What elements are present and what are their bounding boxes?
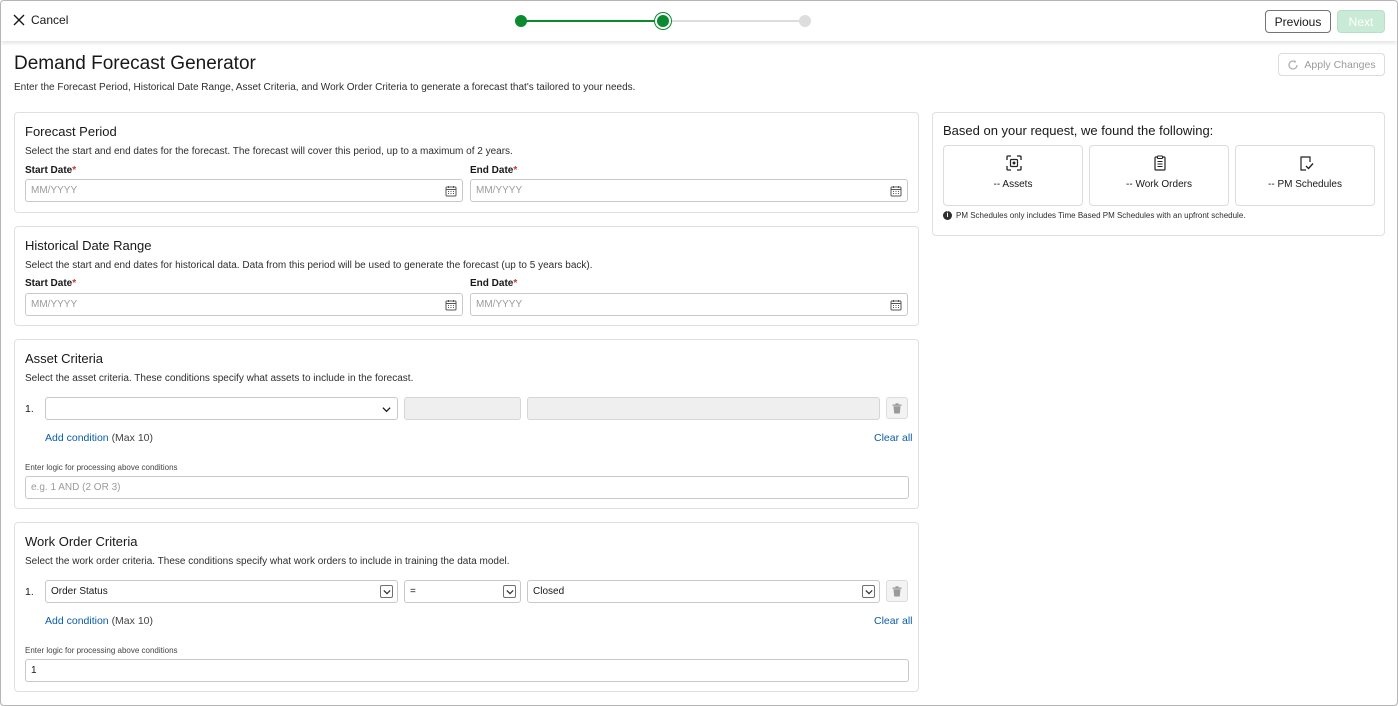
- asset-logic-label: Enter logic for processing above conditi…: [25, 463, 178, 472]
- next-button[interactable]: Next: [1337, 10, 1385, 33]
- forecast-end-date-input[interactable]: MM/YYYY: [470, 179, 908, 202]
- asset-field-select[interactable]: [45, 397, 398, 420]
- calendar-icon[interactable]: [890, 299, 902, 311]
- work-order-criteria-title: Work Order Criteria: [25, 534, 138, 549]
- work-orders-tile: -- Work Orders: [1089, 145, 1229, 206]
- chevron-down-icon: [503, 585, 516, 598]
- apply-changes-label: Apply Changes: [1304, 58, 1376, 71]
- asset-condition-number: 1.: [25, 403, 34, 415]
- stepper-line-complete: [521, 20, 663, 22]
- close-icon: [13, 14, 25, 26]
- stepper-line-pending: [663, 20, 805, 22]
- work-order-add-condition-link[interactable]: Add condition (Max 10): [45, 615, 153, 627]
- historical-start-date-input[interactable]: MM/YYYY: [25, 293, 463, 316]
- page-title: Demand Forecast Generator: [14, 53, 256, 74]
- work-order-logic-input[interactable]: 1: [25, 659, 909, 682]
- progress-stepper: [515, 15, 811, 27]
- trash-icon: [892, 585, 902, 596]
- asset-scan-icon: [1006, 155, 1022, 171]
- work-order-operator-select[interactable]: =: [404, 580, 521, 603]
- work-order-criteria-card: Work Order Criteria Select the work orde…: [14, 522, 919, 692]
- asset-logic-input[interactable]: e.g. 1 AND (2 OR 3): [25, 476, 909, 499]
- asset-logic-placeholder: e.g. 1 AND (2 OR 3): [31, 482, 121, 493]
- cancel-button[interactable]: Cancel: [13, 13, 68, 27]
- work-order-field-select[interactable]: Order Status: [45, 580, 398, 603]
- work-order-condition-number: 1.: [25, 586, 34, 598]
- work-order-logic-label: Enter logic for processing above conditi…: [25, 646, 178, 655]
- historical-start-placeholder: MM/YYYY: [31, 299, 78, 310]
- checklist-icon: [1300, 156, 1314, 171]
- calendar-icon[interactable]: [445, 299, 457, 311]
- asset-add-condition-note: (Max 10): [111, 432, 153, 444]
- historical-range-description: Select the start and end dates for histo…: [25, 260, 593, 271]
- wizard-window: Cancel Previous Next Demand Forecast Gen…: [0, 0, 1398, 706]
- work-orders-count-label: -- Work Orders: [1126, 179, 1192, 190]
- info-icon: i: [943, 211, 952, 220]
- chevron-down-icon: [380, 585, 393, 598]
- asset-criteria-card: Asset Criteria Select the asset criteria…: [14, 339, 919, 509]
- pm-schedules-tile: -- PM Schedules: [1235, 145, 1375, 206]
- historical-range-card: Historical Date Range Select the start a…: [14, 226, 919, 326]
- forecast-start-placeholder: MM/YYYY: [31, 185, 78, 196]
- historical-range-title: Historical Date Range: [25, 238, 152, 253]
- assets-count-label: -- Assets: [993, 179, 1033, 190]
- historical-end-placeholder: MM/YYYY: [476, 299, 523, 310]
- previous-button[interactable]: Previous: [1265, 10, 1331, 33]
- chevron-down-icon: [862, 585, 875, 598]
- work-order-delete-condition-button[interactable]: [886, 580, 908, 602]
- calendar-icon[interactable]: [890, 185, 902, 197]
- asset-criteria-description: Select the asset criteria. These conditi…: [25, 373, 414, 384]
- asset-criteria-title: Asset Criteria: [25, 351, 104, 366]
- trash-icon: [892, 402, 902, 413]
- clipboard-icon: [1154, 155, 1166, 171]
- step-3-dot: [799, 15, 811, 27]
- asset-clear-all-link[interactable]: Clear all: [874, 432, 913, 444]
- page-description: Enter the Forecast Period, Historical Da…: [14, 82, 636, 93]
- wizard-header: Cancel Previous Next: [1, 1, 1397, 41]
- historical-end-date-input[interactable]: MM/YYYY: [470, 293, 908, 316]
- work-order-value-select[interactable]: Closed: [527, 580, 880, 603]
- refresh-icon: [1288, 59, 1299, 70]
- work-order-operator-value: =: [410, 586, 416, 597]
- pm-schedules-note-text: PM Schedules only includes Time Based PM…: [956, 211, 1246, 220]
- forecast-end-label: End Date*: [470, 165, 518, 176]
- asset-value-input: [527, 397, 880, 420]
- forecast-start-date-input[interactable]: MM/YYYY: [25, 179, 463, 202]
- forecast-start-label: Start Date*: [25, 165, 77, 176]
- calendar-icon[interactable]: [445, 185, 457, 197]
- work-order-clear-all-link[interactable]: Clear all: [874, 615, 913, 627]
- forecast-period-title: Forecast Period: [25, 124, 117, 139]
- forecast-period-description: Select the start and end dates for the f…: [25, 146, 513, 157]
- chevron-down-icon: [382, 407, 391, 413]
- results-title: Based on your request, we found the foll…: [943, 123, 1214, 138]
- work-order-field-value: Order Status: [51, 586, 108, 597]
- pm-schedules-note: i PM Schedules only includes Time Based …: [943, 211, 1246, 220]
- assets-tile: -- Assets: [943, 145, 1083, 206]
- results-card: Based on your request, we found the foll…: [932, 112, 1385, 236]
- work-order-logic-value: 1: [31, 665, 37, 676]
- historical-end-label: End Date*: [470, 278, 518, 289]
- historical-start-label: Start Date*: [25, 278, 77, 289]
- apply-changes-button[interactable]: Apply Changes: [1278, 53, 1385, 76]
- work-order-criteria-description: Select the work order criteria. These co…: [25, 556, 510, 567]
- forecast-period-card: Forecast Period Select the start and end…: [14, 112, 919, 213]
- work-order-add-condition-note: (Max 10): [111, 615, 153, 627]
- cancel-label: Cancel: [31, 13, 69, 27]
- forecast-end-placeholder: MM/YYYY: [476, 185, 523, 196]
- step-2-dot: [657, 15, 669, 27]
- step-1-dot: [515, 15, 527, 27]
- asset-operator-input: [404, 397, 521, 420]
- pm-schedules-count-label: -- PM Schedules: [1268, 179, 1342, 190]
- asset-add-condition-link[interactable]: Add condition (Max 10): [45, 432, 153, 444]
- asset-delete-condition-button[interactable]: [886, 397, 908, 419]
- work-order-value: Closed: [533, 586, 565, 597]
